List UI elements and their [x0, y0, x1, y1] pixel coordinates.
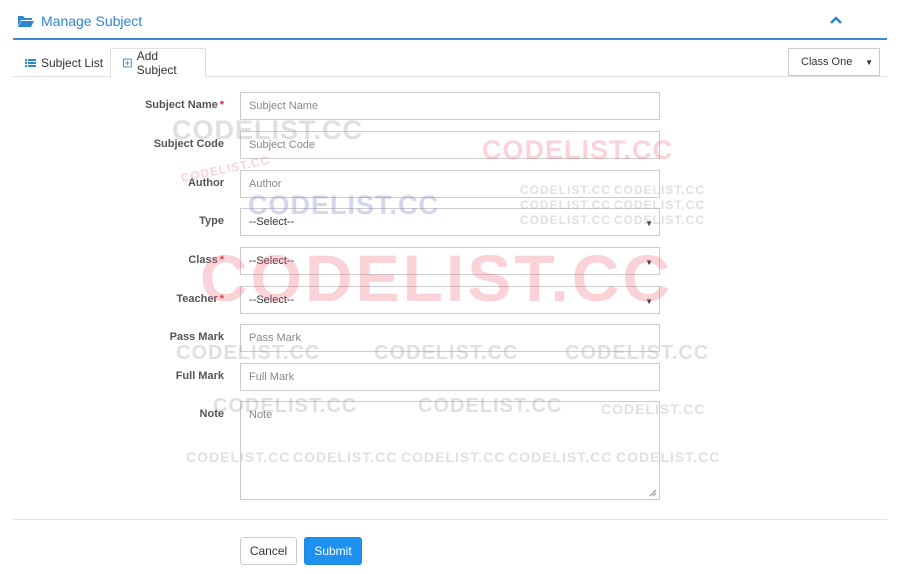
submit-button[interactable]: Submit — [304, 537, 362, 565]
type-select[interactable]: --Select-- ▼ — [240, 208, 660, 236]
pass-mark-label: Pass Mark — [169, 331, 224, 343]
folder-open-icon — [18, 16, 34, 27]
class-filter-value: Class One — [801, 56, 853, 68]
full-mark-label: Full Mark — [175, 370, 224, 382]
teacher-select[interactable]: --Select-- ▼ — [240, 286, 660, 314]
caret-down-icon: ▼ — [865, 58, 873, 67]
tab-bar: Subject List Add Subject — [13, 48, 887, 78]
cancel-button[interactable]: Cancel — [240, 537, 297, 565]
required-mark: * — [219, 293, 224, 305]
required-mark: * — [219, 99, 224, 111]
class-select[interactable]: --Select-- ▼ — [240, 247, 660, 275]
subject-code-input[interactable]: Subject Code — [240, 131, 660, 159]
teacher-label: Teacher * — [176, 293, 224, 305]
panel-title: Manage Subject — [17, 13, 142, 29]
tab-subject-list[interactable]: Subject List — [13, 48, 115, 77]
list-icon — [25, 58, 36, 67]
panel-header: Manage Subject — [13, 0, 887, 40]
subject-code-label: Subject Code — [153, 138, 224, 150]
tab-label: Subject List — [41, 55, 104, 70]
resize-handle-icon[interactable] — [649, 489, 657, 497]
subject-name-label: Subject Name * — [144, 99, 224, 111]
tab-label: Add Subject — [136, 49, 177, 77]
chevron-up-icon[interactable] — [829, 14, 843, 26]
class-filter-select[interactable]: Class One ▼ — [788, 48, 880, 76]
caret-down-icon: ▼ — [645, 258, 653, 267]
type-label: Type — [199, 215, 224, 227]
author-input[interactable]: Author — [240, 170, 660, 198]
form-divider — [13, 519, 887, 520]
author-label: Author — [187, 177, 224, 189]
note-label: Note — [199, 408, 224, 420]
caret-down-icon: ▼ — [645, 219, 653, 228]
caret-down-icon: ▼ — [645, 297, 653, 306]
page-title: Manage Subject — [41, 13, 143, 29]
full-mark-input[interactable]: Full Mark — [240, 363, 660, 391]
tab-add-subject[interactable]: Add Subject — [110, 48, 206, 78]
subject-name-input[interactable]: Subject Name — [240, 92, 660, 120]
plus-square-icon — [123, 58, 132, 68]
pass-mark-input[interactable]: Pass Mark — [240, 324, 660, 352]
required-mark: * — [219, 254, 224, 266]
note-textarea[interactable]: Note — [240, 401, 660, 500]
class-label: Class * — [188, 254, 224, 266]
